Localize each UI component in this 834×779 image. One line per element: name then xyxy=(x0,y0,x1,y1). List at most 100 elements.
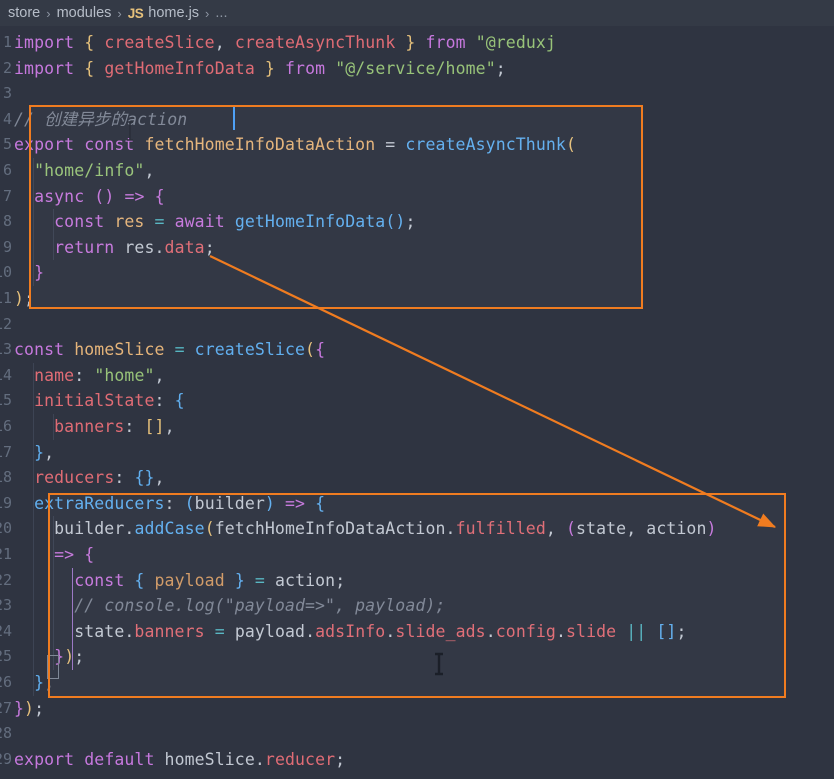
code-token: payload xyxy=(234,621,306,641)
code-token: fulfilled xyxy=(455,519,546,539)
code-token: ; xyxy=(335,570,346,590)
code-line[interactable]: import { getHomeInfoData } from "@/servi… xyxy=(0,56,506,82)
code-token: ( xyxy=(385,212,396,232)
code-token: , xyxy=(164,417,175,436)
code-token: createSlice xyxy=(194,340,306,360)
code-line[interactable]: // 创建异步的action xyxy=(0,107,187,133)
code-line[interactable]: state.banners = payload.adsInfo.slide_ad… xyxy=(0,619,687,645)
code-line[interactable]: // console.log("payload=>", payload); xyxy=(0,593,445,619)
code-token: "@reduxj xyxy=(475,33,556,52)
code-token: ( xyxy=(305,340,316,360)
breadcrumb-item-symbols[interactable]: ... xyxy=(215,5,227,21)
code-token: default xyxy=(84,749,155,769)
code-line[interactable]: }, xyxy=(0,440,54,466)
code-token: . xyxy=(305,621,316,641)
code-token: createAsyncThunk xyxy=(405,135,566,155)
code-token: homeSlice xyxy=(164,749,255,769)
breadcrumb-item-modules[interactable]: modules xyxy=(57,5,112,21)
code-token: fetchHomeInfoDataAction xyxy=(144,135,376,155)
code-line[interactable]: } xyxy=(0,260,44,286)
code-token: ] xyxy=(154,417,165,436)
code-line[interactable] xyxy=(0,312,14,338)
code-line[interactable]: banners: [], xyxy=(0,414,175,440)
code-line[interactable]: => { xyxy=(0,542,94,568)
code-token: config xyxy=(495,621,556,641)
code-token: ( xyxy=(204,519,215,539)
code-token: ) xyxy=(395,212,406,232)
code-line[interactable]: export default homeSlice.reducer; xyxy=(0,747,345,773)
breadcrumb-item-home-js[interactable]: home.js xyxy=(148,5,199,21)
code-token: res xyxy=(114,212,145,232)
code-line[interactable]: name: "home", xyxy=(0,363,165,389)
indent-guide xyxy=(52,516,54,670)
code-line[interactable]: extraReducers: (builder) => { xyxy=(0,491,325,517)
code-token: payload xyxy=(154,570,225,590)
code-token: ( xyxy=(565,519,577,539)
code-token: : xyxy=(164,493,175,513)
code-line[interactable]: "home/info", xyxy=(0,158,155,184)
code-line[interactable]: return res.data; xyxy=(0,235,215,261)
indent-guide xyxy=(71,567,73,670)
code-line[interactable]: const res = await getHomeInfoData(); xyxy=(0,209,415,235)
code-token: : xyxy=(154,391,165,411)
code-line[interactable]: }); xyxy=(0,696,44,722)
code-line[interactable]: builder.addCase(fetchHomeInfoDataAction.… xyxy=(0,516,717,542)
code-token: , xyxy=(214,33,225,52)
code-token: banners xyxy=(134,621,205,641)
code-token: createSlice xyxy=(104,33,215,52)
code-line[interactable]: const homeSlice = createSlice({ xyxy=(0,337,325,363)
code-token: ) xyxy=(24,698,35,718)
code-token: slide xyxy=(566,621,617,641)
code-line[interactable]: reducers: {}, xyxy=(0,465,165,491)
code-token: return xyxy=(54,237,115,257)
code-token: } xyxy=(144,468,155,488)
code-token: . xyxy=(445,519,456,539)
code-line[interactable]: async () => { xyxy=(0,184,165,210)
code-token: || xyxy=(626,621,647,641)
code-token: . xyxy=(385,621,396,641)
indent-guide xyxy=(33,362,35,696)
breadcrumb-item-store[interactable]: store xyxy=(8,5,40,21)
indent-guide xyxy=(33,158,35,286)
code-token: const xyxy=(14,340,65,360)
code-line[interactable] xyxy=(0,721,14,747)
code-token: adsInfo xyxy=(315,621,386,641)
code-token: , xyxy=(154,468,165,488)
code-line[interactable]: export const fetchHomeInfoDataAction = c… xyxy=(0,132,576,158)
code-line[interactable]: import { createSlice, createAsyncThunk }… xyxy=(0,30,556,56)
code-token: = xyxy=(174,340,185,360)
code-line[interactable] xyxy=(0,81,14,107)
code-token: { xyxy=(84,33,95,52)
code-token: } xyxy=(264,58,275,78)
code-line[interactable]: initialState: { xyxy=(0,388,185,414)
code-token: "home/info" xyxy=(34,161,145,180)
code-token: export xyxy=(14,135,75,155)
code-token: action xyxy=(275,570,336,590)
code-line[interactable]: ); xyxy=(0,286,34,312)
